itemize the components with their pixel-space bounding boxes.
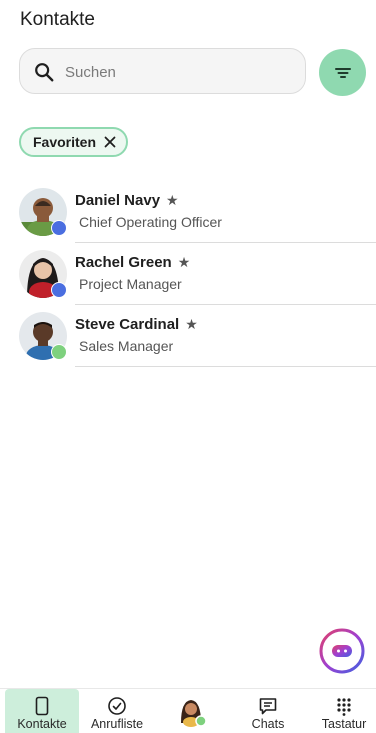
contact-name: Rachel Green ★: [75, 254, 191, 271]
call-history-icon: [108, 697, 126, 715]
search-input[interactable]: [63, 49, 297, 95]
chip-label: Favoriten: [33, 134, 97, 150]
contacts-icon: [35, 696, 49, 716]
assistant-icon: [332, 645, 352, 657]
search-bar[interactable]: [19, 48, 306, 95]
contact-role: Sales Manager: [79, 338, 174, 354]
nav-item-kontakte[interactable]: Kontakte: [5, 689, 79, 733]
nav-label: Tastatur: [321, 717, 367, 731]
contact-role: Project Manager: [79, 276, 182, 292]
filter-button[interactable]: [319, 49, 366, 96]
favorite-star-icon: ★: [177, 254, 191, 270]
presence-indicator: [51, 282, 67, 298]
chat-icon: [259, 698, 277, 715]
contact-row[interactable]: Steve Cardinal ★ Sales Manager: [0, 312, 376, 374]
profile-avatar: [178, 698, 207, 727]
presence-indicator: [51, 344, 67, 360]
contact-role: Chief Operating Officer: [79, 214, 222, 230]
bottom-navigation: Kontakte Anrufliste Chats Tastatur: [0, 688, 376, 733]
nav-label: Kontakte: [17, 717, 67, 731]
divider: [75, 366, 376, 367]
contact-row[interactable]: Daniel Navy ★ Chief Operating Officer: [0, 188, 376, 250]
page-title: Kontakte: [20, 9, 95, 30]
contact-name: Steve Cardinal ★: [75, 316, 198, 333]
divider: [75, 304, 376, 305]
nav-item-chats[interactable]: Chats: [237, 689, 299, 733]
nav-item-tastatur[interactable]: Tastatur: [314, 689, 374, 733]
presence-indicator: [51, 220, 67, 236]
contact-name: Daniel Navy ★: [75, 192, 179, 209]
assistant-fab[interactable]: [319, 628, 365, 674]
nav-label: Chats: [251, 717, 285, 731]
nav-label: Anrufliste: [90, 717, 144, 731]
nav-item-profile[interactable]: [170, 689, 214, 733]
filter-chip-favoriten[interactable]: Favoriten: [19, 127, 129, 157]
favorite-star-icon: ★: [166, 192, 179, 208]
close-icon[interactable]: [104, 136, 116, 148]
filter-icon: [334, 67, 351, 78]
favorite-star-icon: ★: [185, 316, 198, 332]
contact-row[interactable]: Rachel Green ★ Project Manager: [0, 250, 376, 312]
search-icon: [35, 63, 54, 82]
nav-item-anrufliste[interactable]: Anrufliste: [82, 689, 152, 733]
divider: [75, 242, 376, 243]
dialpad-icon: [337, 698, 351, 716]
